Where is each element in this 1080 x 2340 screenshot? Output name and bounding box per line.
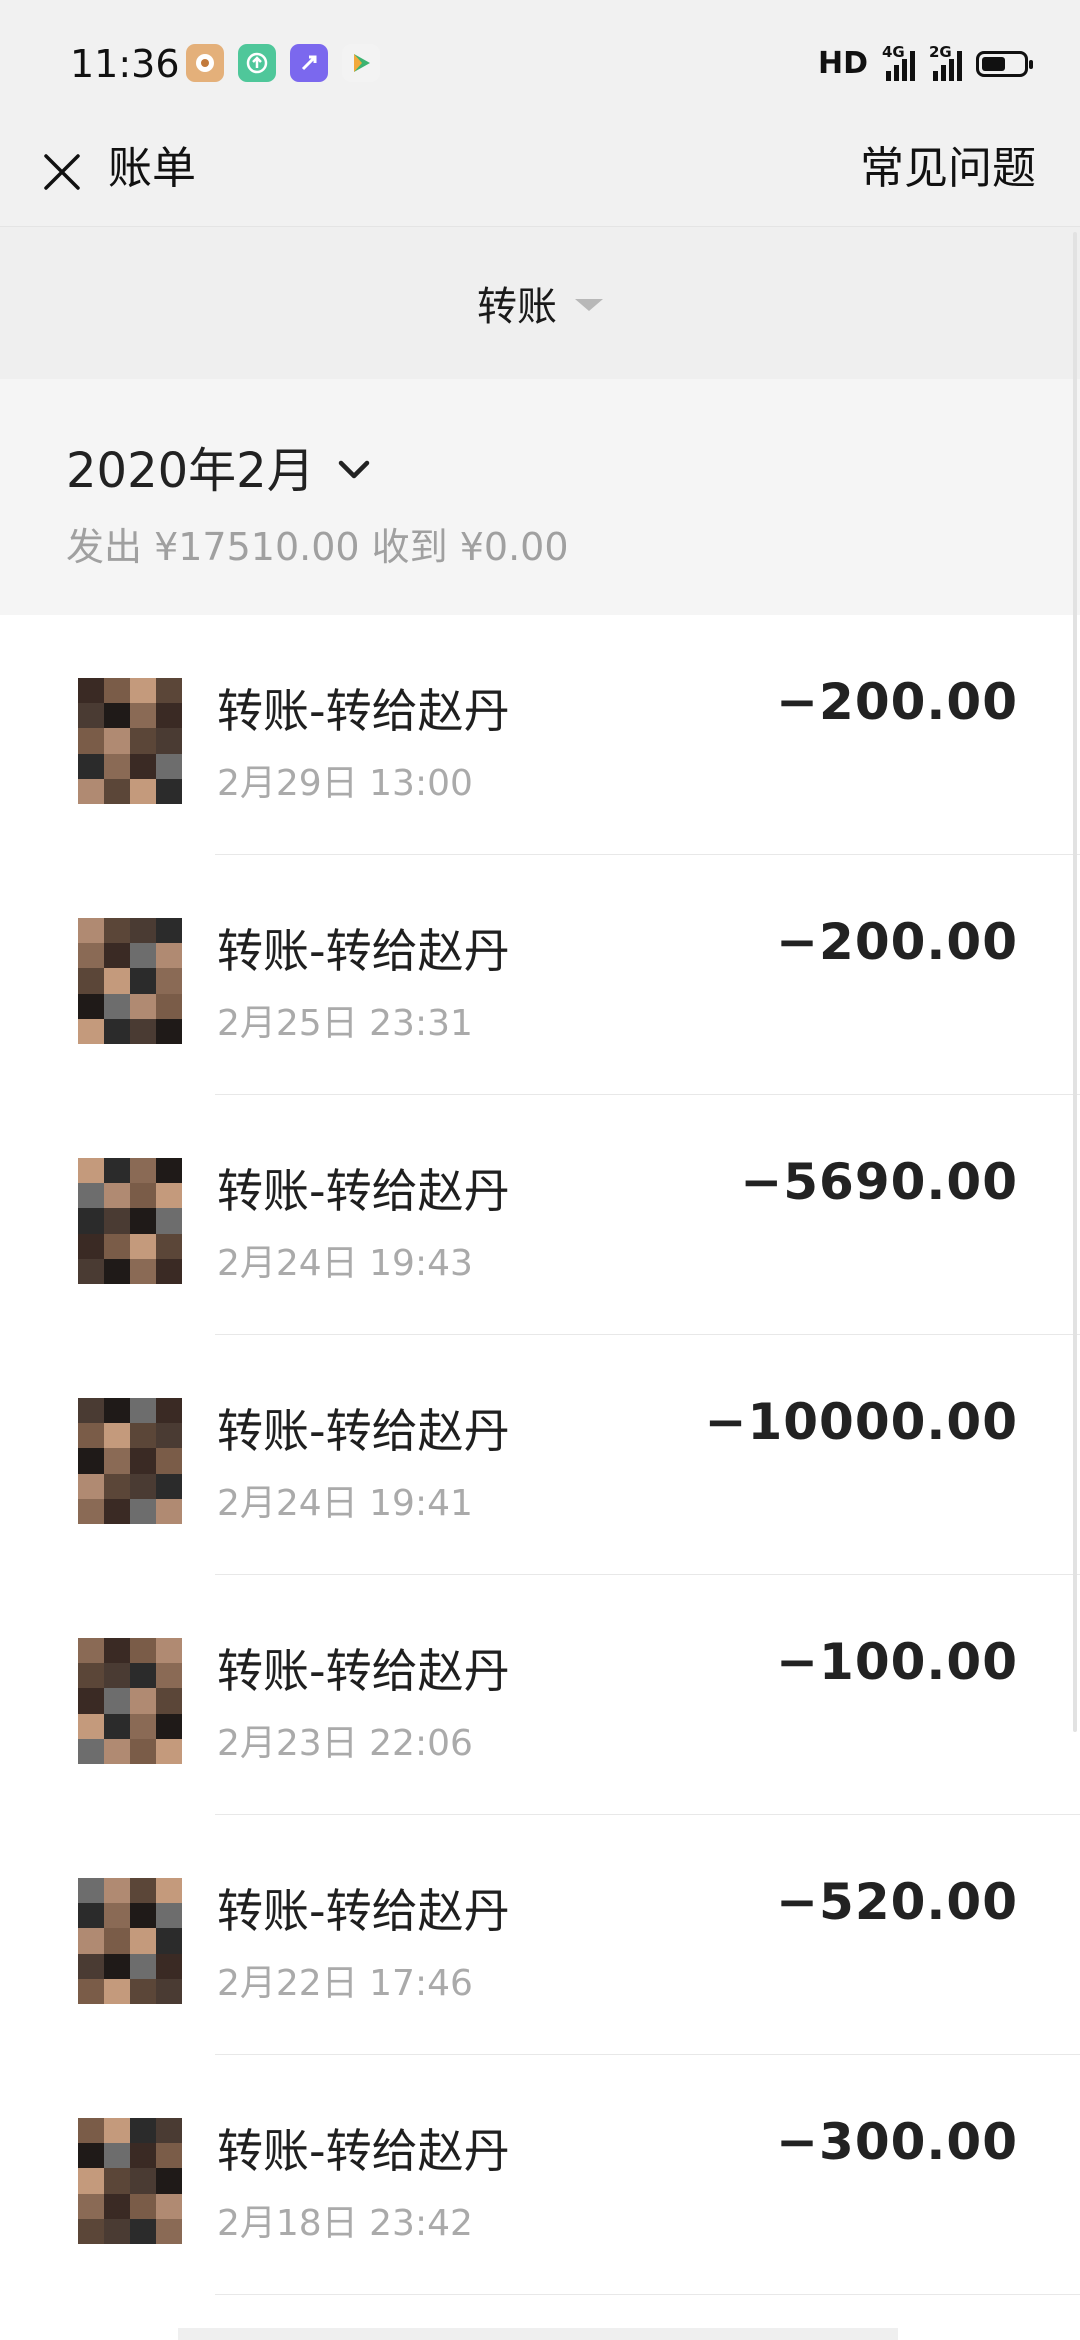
filter-bar: 转账 <box>0 227 1080 379</box>
page-title: 账单 <box>108 143 196 194</box>
scrollbar[interactable] <box>1073 232 1077 1732</box>
row-divider <box>215 2294 1080 2295</box>
bill-item[interactable]: 转账-转给赵丹 2月24日 19:41 −10000.00 <box>0 1335 1080 1575</box>
app-icon-1 <box>186 44 224 82</box>
bill-amount: −10000.00 <box>704 1393 1018 1451</box>
month-label: 2020年2月 <box>66 443 315 499</box>
bill-amount: −200.00 <box>776 913 1018 971</box>
bill-time: 2月22日 17:46 <box>217 1963 473 2004</box>
app-header: 账单 常见问题 <box>0 130 1080 226</box>
status-time: 11:36 <box>70 42 180 86</box>
bottom-edge <box>178 2328 898 2340</box>
bill-time: 2月18日 23:42 <box>217 2203 473 2244</box>
bill-amount: −200.00 <box>776 673 1018 731</box>
battery-icon <box>976 50 1033 77</box>
bill-item[interactable]: 转账-转给赵丹 2月25日 23:31 −200.00 <box>0 855 1080 1095</box>
avatar <box>78 2118 182 2244</box>
avatar <box>78 1158 182 1284</box>
bill-title: 转账-转给赵丹 <box>217 1644 510 1698</box>
app-icon-2 <box>238 44 276 82</box>
bill-time: 2月29日 13:00 <box>217 763 473 804</box>
bill-title: 转账-转给赵丹 <box>217 924 510 978</box>
status-app-icons <box>186 44 380 82</box>
avatar <box>78 918 182 1044</box>
bill-title: 转账-转给赵丹 <box>217 1884 510 1938</box>
hd-label: HD <box>817 46 868 81</box>
bill-item[interactable]: 转账-转给赵丹 2月24日 19:43 −5690.00 <box>0 1095 1080 1335</box>
app-icon-4 <box>342 44 380 82</box>
app-icon-3 <box>290 44 328 82</box>
bill-title: 转账-转给赵丹 <box>217 1404 510 1458</box>
bill-amount: −300.00 <box>776 2113 1018 2171</box>
month-selector[interactable]: 2020年2月 <box>66 431 371 501</box>
faq-link[interactable]: 常见问题 <box>860 134 1036 204</box>
filter-dropdown[interactable]: 转账 <box>0 227 1080 379</box>
bill-amount: −520.00 <box>776 1873 1018 1931</box>
caret-down-icon <box>575 299 603 311</box>
month-section: 2020年2月 发出 ¥17510.00 收到 ¥0.00 <box>0 379 1080 615</box>
bill-title: 转账-转给赵丹 <box>217 684 510 738</box>
avatar <box>78 1638 182 1764</box>
bill-time: 2月24日 19:43 <box>217 1243 473 1284</box>
bill-time: 2月25日 23:31 <box>217 1003 473 1044</box>
bill-time: 2月23日 22:06 <box>217 1723 473 1764</box>
status-bar: 11:36 HD 4G 2G <box>0 0 1080 130</box>
bill-amount: −5690.00 <box>740 1153 1018 1211</box>
bill-item[interactable]: 转账-转给赵丹 2月23日 22:06 −100.00 <box>0 1575 1080 1815</box>
bill-item[interactable]: 转账-转给赵丹 2月18日 23:42 −300.00 <box>0 2055 1080 2295</box>
signal-2g-icon: 2G <box>929 43 962 81</box>
bill-amount: −100.00 <box>776 1633 1018 1691</box>
bill-title: 转账-转给赵丹 <box>217 1164 510 1218</box>
avatar <box>78 1398 182 1524</box>
bill-title: 转账-转给赵丹 <box>217 2124 510 2178</box>
close-icon <box>44 154 80 190</box>
bill-time: 2月24日 19:41 <box>217 1483 473 1524</box>
month-summary: 发出 ¥17510.00 收到 ¥0.00 <box>66 525 569 569</box>
bill-list: 转账-转给赵丹 2月29日 13:00 −200.00 转账-转给赵丹 2月25日 23… <box>0 615 1080 2295</box>
bill-item[interactable]: 转账-转给赵丹 2月29日 13:00 −200.00 <box>0 615 1080 855</box>
signal-4g-icon: 4G <box>882 43 915 81</box>
status-indicators: HD 4G 2G <box>817 43 1033 81</box>
bill-item[interactable]: 转账-转给赵丹 2月22日 17:46 −520.00 <box>0 1815 1080 2055</box>
avatar <box>78 1878 182 2004</box>
chevron-down-icon <box>338 460 369 479</box>
close-button[interactable] <box>32 142 92 202</box>
filter-label: 转账 <box>477 284 557 330</box>
avatar <box>78 678 182 804</box>
